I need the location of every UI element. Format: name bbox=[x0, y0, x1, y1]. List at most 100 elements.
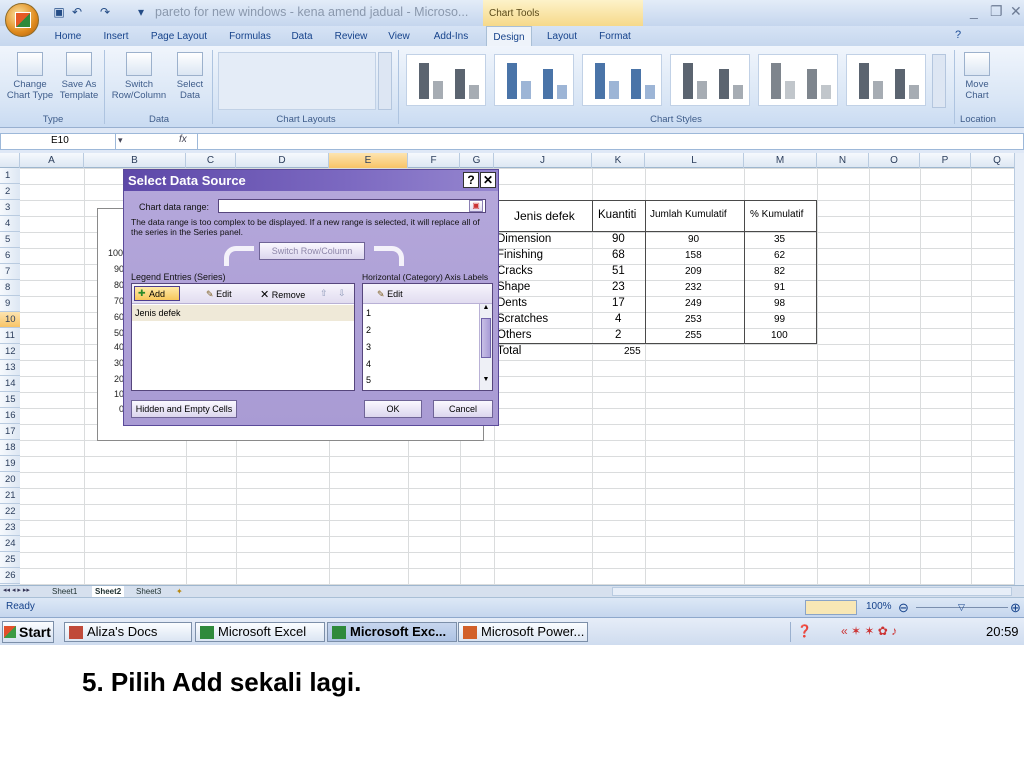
taskbar-item-excel-active[interactable]: Microsoft Exc... bbox=[327, 622, 457, 642]
cell-qty[interactable]: 90 bbox=[612, 233, 625, 249]
chart-style-4[interactable] bbox=[670, 54, 750, 106]
ok-button[interactable]: OK bbox=[364, 400, 422, 418]
layouts-scroll[interactable] bbox=[378, 52, 392, 110]
scroll-thumb[interactable] bbox=[481, 318, 491, 358]
cell-pct[interactable]: 91 bbox=[774, 282, 785, 298]
change-chart-type-button[interactable]: Change Chart Type bbox=[4, 52, 56, 101]
row-header[interactable]: 9 bbox=[0, 296, 20, 312]
sheet-nav-icon[interactable]: ◂◂ ◂ ▸ ▸▸ bbox=[3, 586, 30, 594]
scroll-down-icon[interactable]: ▼ bbox=[480, 376, 492, 388]
select-data-button[interactable]: Select Data bbox=[172, 52, 208, 101]
tab-format[interactable]: Format bbox=[592, 26, 638, 46]
dialog-title-bar[interactable]: Select Data Source ? ✕ bbox=[124, 170, 498, 191]
taskbar-item-powerpoint[interactable]: Microsoft Power... bbox=[458, 622, 588, 642]
row-header[interactable]: 25 bbox=[0, 552, 20, 568]
axis-list-item[interactable]: 4 bbox=[363, 359, 371, 369]
column-header[interactable]: G bbox=[460, 153, 494, 168]
column-header[interactable]: A bbox=[20, 153, 84, 168]
row-header[interactable]: 3 bbox=[0, 200, 20, 216]
save-icon[interactable]: ▣ bbox=[52, 5, 66, 19]
help-icon[interactable]: ? bbox=[955, 29, 961, 41]
cell-cum[interactable]: 158 bbox=[685, 250, 702, 266]
restore-button[interactable]: ❐ bbox=[990, 3, 1003, 20]
cancel-button[interactable]: Cancel bbox=[433, 400, 493, 418]
row-header[interactable]: 23 bbox=[0, 520, 20, 536]
chart-layouts-gallery[interactable] bbox=[218, 52, 376, 110]
row-header[interactable]: 19 bbox=[0, 456, 20, 472]
cell-defect[interactable]: Scratches bbox=[497, 313, 548, 329]
row-header[interactable]: 13 bbox=[0, 360, 20, 376]
zoom-in-icon[interactable]: ⊕ bbox=[1010, 600, 1021, 616]
undo-icon[interactable]: ↶ bbox=[70, 5, 84, 19]
tab-design[interactable]: Design bbox=[486, 26, 532, 46]
scroll-up-icon[interactable]: ▲ bbox=[480, 304, 492, 316]
tab-view[interactable]: View bbox=[382, 26, 416, 46]
header-kuantiti[interactable]: Kuantiti bbox=[598, 209, 636, 225]
column-header[interactable]: F bbox=[408, 153, 460, 168]
row-header[interactable]: 20 bbox=[0, 472, 20, 488]
row-header[interactable]: 1 bbox=[0, 168, 20, 184]
column-header[interactable]: B bbox=[84, 153, 186, 168]
chart-style-5[interactable] bbox=[758, 54, 838, 106]
collapse-dialog-icon[interactable]: ▣ bbox=[469, 200, 483, 212]
cell-qty[interactable]: 51 bbox=[612, 265, 625, 281]
name-box[interactable]: E10 bbox=[1, 134, 116, 149]
row-header[interactable]: 8 bbox=[0, 280, 20, 296]
cell-defect[interactable]: Cracks bbox=[497, 265, 533, 281]
cell-cum[interactable]: 253 bbox=[685, 314, 702, 330]
row-header[interactable]: 11 bbox=[0, 328, 20, 344]
chart-style-6[interactable] bbox=[846, 54, 926, 106]
tab-review[interactable]: Review bbox=[328, 26, 374, 46]
formula-input[interactable] bbox=[197, 134, 1023, 149]
column-header[interactable]: N bbox=[817, 153, 869, 168]
save-as-template-button[interactable]: Save As Template bbox=[56, 52, 102, 101]
header-pct-kumulatif[interactable]: % Kumulatif bbox=[750, 209, 803, 225]
row-header[interactable]: 7 bbox=[0, 264, 20, 280]
axis-list-item[interactable]: 2 bbox=[363, 325, 371, 335]
view-buttons[interactable] bbox=[805, 600, 857, 615]
column-header[interactable]: M bbox=[744, 153, 817, 168]
close-button[interactable]: ✕ bbox=[1010, 3, 1022, 20]
axis-list-item[interactable]: 5 bbox=[363, 375, 371, 385]
column-header[interactable]: O bbox=[869, 153, 920, 168]
switch-row-column-dialog-button[interactable]: Switch Row/Column bbox=[259, 242, 365, 260]
cell-pct[interactable]: 62 bbox=[774, 250, 785, 266]
zoom-level[interactable]: 100% bbox=[866, 601, 892, 612]
cell-defect[interactable]: Dents bbox=[497, 297, 527, 313]
horizontal-scrollbar[interactable] bbox=[612, 587, 1012, 596]
cell-cum[interactable]: 255 bbox=[685, 330, 702, 346]
move-down-icon[interactable]: ⇩ bbox=[338, 288, 346, 299]
axis-list-item[interactable]: 1 bbox=[363, 308, 371, 318]
cell-qty[interactable]: 4 bbox=[615, 313, 621, 329]
move-up-icon[interactable]: ⇧ bbox=[320, 288, 328, 299]
tray-icons[interactable]: « ✶ ✶ ✿ ♪ bbox=[841, 624, 897, 638]
cell-total-value[interactable]: 255 bbox=[624, 346, 641, 362]
row-header[interactable]: 14 bbox=[0, 376, 20, 392]
column-header[interactable]: L bbox=[645, 153, 744, 168]
row-header[interactable]: 21 bbox=[0, 488, 20, 504]
minimize-button[interactable]: _ bbox=[970, 3, 978, 19]
redo-icon[interactable]: ↷ bbox=[98, 5, 112, 19]
column-header[interactable]: C bbox=[186, 153, 236, 168]
cell-pct[interactable]: 99 bbox=[774, 314, 785, 330]
row-header[interactable]: 26 bbox=[0, 568, 20, 584]
tab-page-layout[interactable]: Page Layout bbox=[146, 26, 212, 46]
switch-row-column-button[interactable]: Switch Row/Column bbox=[108, 52, 170, 101]
series-list-item[interactable]: Jenis defek bbox=[132, 305, 354, 321]
dialog-close-button[interactable]: ✕ bbox=[480, 172, 496, 188]
column-header[interactable]: P bbox=[920, 153, 971, 168]
cell-cum[interactable]: 249 bbox=[685, 298, 702, 314]
row-header[interactable]: 15 bbox=[0, 392, 20, 408]
qat-customize-icon[interactable]: ▾ bbox=[134, 5, 148, 19]
zoom-out-icon[interactable]: ⊖ bbox=[898, 600, 909, 616]
row-header[interactable]: 4 bbox=[0, 216, 20, 232]
dialog-help-button[interactable]: ? bbox=[463, 172, 479, 188]
tab-data[interactable]: Data bbox=[284, 26, 320, 46]
row-header[interactable]: 17 bbox=[0, 424, 20, 440]
hidden-empty-cells-button[interactable]: Hidden and Empty Cells bbox=[131, 400, 237, 418]
column-header[interactable]: J bbox=[494, 153, 592, 168]
axis-list-item[interactable]: 3 bbox=[363, 342, 371, 352]
cell-defect[interactable]: Dimension bbox=[497, 233, 551, 249]
row-header[interactable]: 6 bbox=[0, 248, 20, 264]
vertical-scrollbar[interactable] bbox=[1014, 153, 1024, 585]
